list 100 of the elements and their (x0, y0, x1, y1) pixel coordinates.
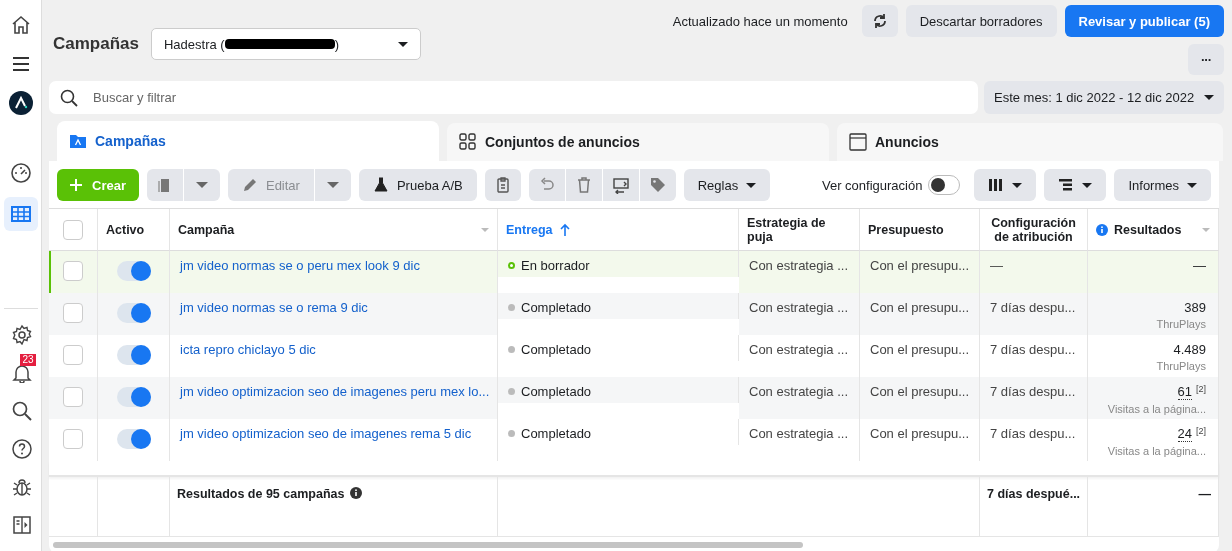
bid-strategy-cell: Con estrategia ... (749, 300, 848, 315)
account-logo-icon (8, 91, 33, 115)
delete-button[interactable] (565, 169, 602, 201)
tab[interactable]: Anuncios (837, 123, 1223, 161)
delivery-status: Completado (521, 384, 592, 399)
results-total: — (1198, 487, 1211, 501)
row-checkbox[interactable] (63, 261, 83, 281)
breakdown-icon (1058, 178, 1075, 192)
search-field[interactable]: Buscar y filtrar (49, 81, 978, 114)
view-settings-label: Ver configuración (821, 177, 923, 193)
result-unit: Visitas a la página... (1107, 403, 1206, 415)
row-checkbox[interactable] (63, 345, 83, 365)
budget-cell: Con el presupu... (870, 342, 969, 357)
tag-button[interactable] (639, 169, 676, 201)
review-publish-button[interactable]: Revisar y publicar (5) (1064, 5, 1224, 37)
bid-strategy-cell: Con estrategia ... (749, 426, 848, 441)
active-toggle[interactable] (116, 387, 151, 407)
delivery-status: Completado (521, 426, 592, 441)
budget-cell: Con el presupu... (870, 300, 969, 315)
caret-icon (195, 182, 208, 188)
duplicate-button[interactable] (146, 169, 183, 201)
info-icon (1096, 223, 1108, 236)
caret-icon (1204, 95, 1214, 100)
refresh-button[interactable] (861, 5, 898, 37)
active-toggle[interactable] (116, 345, 151, 365)
columns-dropdown[interactable] (974, 169, 1037, 201)
footnote-mark: [2] (1196, 384, 1206, 394)
attribution-cell: — (990, 258, 1003, 273)
result-value: — (1193, 258, 1206, 273)
caret-icon (1187, 182, 1197, 188)
sidebar-item[interactable]: 23 (3, 357, 38, 387)
tab[interactable]: Conjuntos de anuncios (447, 123, 829, 161)
column-menu-caret-icon (481, 227, 489, 232)
reports-dropdown[interactable]: Informes (1114, 169, 1211, 201)
budget-cell: Con el presupu... (870, 384, 969, 399)
footnote-mark: [2] (1196, 426, 1206, 436)
active-toggle[interactable] (116, 429, 151, 449)
attribution-cell: 7 días despu... (990, 384, 1076, 399)
budget-cell: Con el presupu... (870, 258, 969, 273)
active-toggle[interactable] (116, 261, 151, 281)
search-input[interactable]: Buscar y filtrar (91, 89, 968, 106)
ab-test-button[interactable]: Prueba A/B (358, 169, 477, 201)
view-settings-toggle[interactable] (928, 175, 961, 195)
bid-strategy-cell: Con estrategia ... (749, 342, 848, 357)
rules-dropdown[interactable]: Reglas (683, 169, 771, 201)
campaign-link[interactable]: jm video optimizacion seo de imagenes rema 5 dic (180, 426, 472, 441)
attribution-total: 7 días despué... (987, 487, 1081, 501)
horizontal-scrollbar[interactable] (53, 542, 803, 548)
columns-icon (988, 178, 1005, 192)
tab[interactable]: Campañas (57, 121, 439, 161)
row-checkbox[interactable] (63, 429, 83, 449)
caret-icon (1012, 182, 1023, 188)
info-icon (350, 487, 363, 499)
result-value: 24 (1177, 426, 1192, 442)
account-dropdown[interactable]: Hadestra ( ) (151, 28, 421, 60)
result-value: 61 (1177, 384, 1192, 400)
search-icon (59, 87, 79, 108)
result-value: 389 (1184, 300, 1206, 315)
folder-icon (69, 132, 87, 150)
attribution-cell: 7 días despu... (990, 426, 1076, 441)
bid-strategy-cell: Con estrategia ... (749, 258, 848, 273)
plus-icon (70, 179, 82, 191)
caret-icon (1082, 182, 1093, 188)
help-icon (9, 437, 32, 459)
flask-icon (372, 177, 389, 193)
result-unit: ThruPlays (1156, 360, 1206, 372)
more-button[interactable]: ··· (1188, 44, 1224, 75)
caret-icon (326, 182, 339, 188)
edit-menu-button[interactable] (314, 169, 351, 201)
notification-badge: 23 (20, 354, 36, 366)
attribution-cell: 7 días despu... (990, 342, 1076, 357)
attribution-cell: 7 días despu... (990, 300, 1076, 315)
clipboard-button[interactable] (484, 169, 521, 201)
page-title: Campañas (53, 34, 139, 54)
row-checkbox[interactable] (63, 303, 83, 323)
result-unit: ThruPlays (1156, 318, 1206, 330)
duplicate-menu-button[interactable] (183, 169, 220, 201)
caret-icon (746, 182, 757, 188)
date-range-dropdown[interactable]: Este mes: 1 dic 2022 - 12 dic 2022 (984, 81, 1224, 114)
delivery-status: Completado (521, 342, 592, 357)
caret-icon (398, 41, 408, 47)
tag-icon (648, 176, 667, 194)
breakdown-dropdown[interactable] (1044, 169, 1107, 201)
row-checkbox[interactable] (63, 387, 83, 407)
result-unit: Visitas a la página... (1107, 445, 1206, 457)
gauge-icon (8, 161, 33, 185)
undo-button[interactable] (528, 169, 565, 201)
discard-drafts-button[interactable]: Descartar borradores (905, 5, 1057, 37)
budget-cell: Con el presupu... (870, 426, 969, 441)
campaign-link[interactable]: icta repro chiclayo 5 dic (180, 342, 316, 357)
swap-button[interactable] (602, 169, 639, 201)
grid-icon (459, 133, 477, 151)
select-all-checkbox[interactable] (63, 219, 83, 240)
column-menu-caret-icon (1202, 227, 1210, 232)
footer-cell (49, 477, 98, 537)
pencil-icon (241, 177, 258, 193)
swap-icon (611, 176, 630, 194)
active-toggle[interactable] (116, 303, 151, 323)
update-status: Actualizado hace un momento (672, 13, 848, 29)
delivery-status: En borrador (521, 258, 590, 273)
